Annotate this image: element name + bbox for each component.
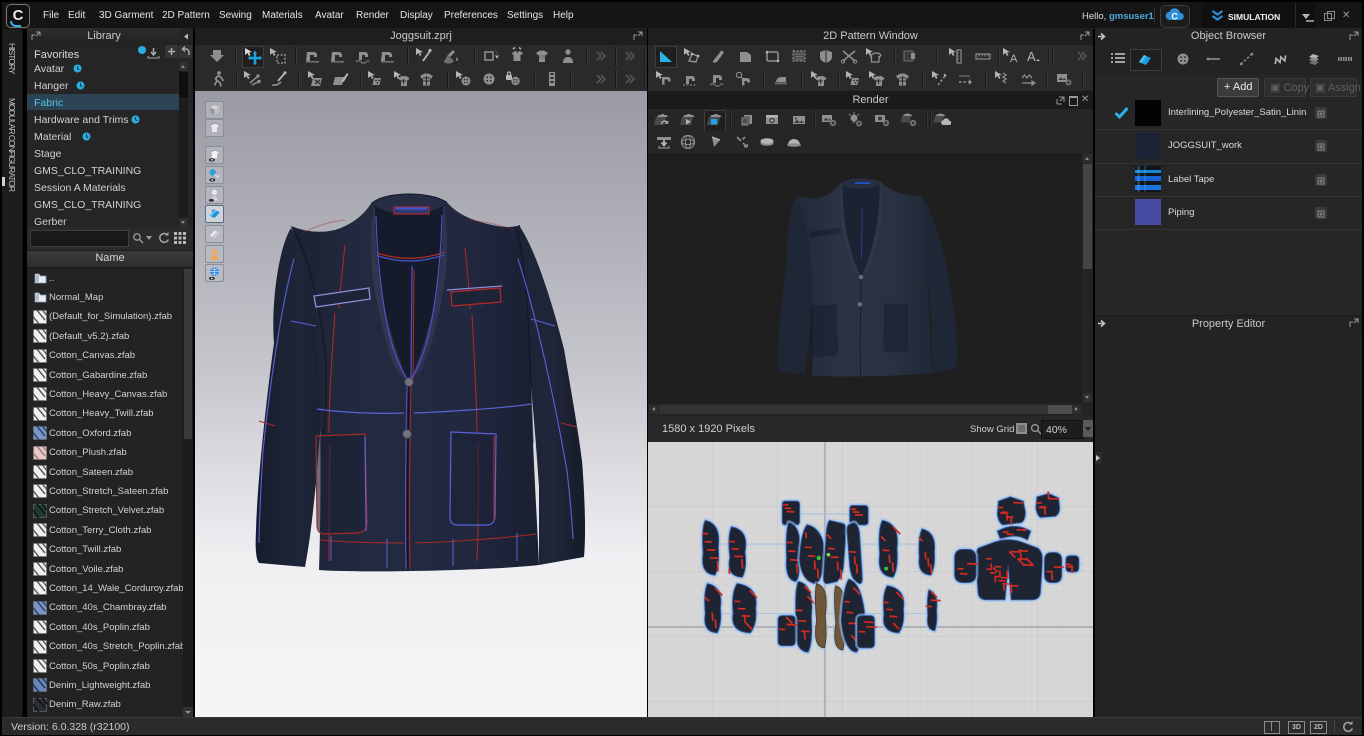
svg-text:C: C — [1171, 12, 1178, 22]
svg-text:A: A — [1027, 49, 1036, 64]
svg-text:A: A — [1010, 53, 1018, 65]
